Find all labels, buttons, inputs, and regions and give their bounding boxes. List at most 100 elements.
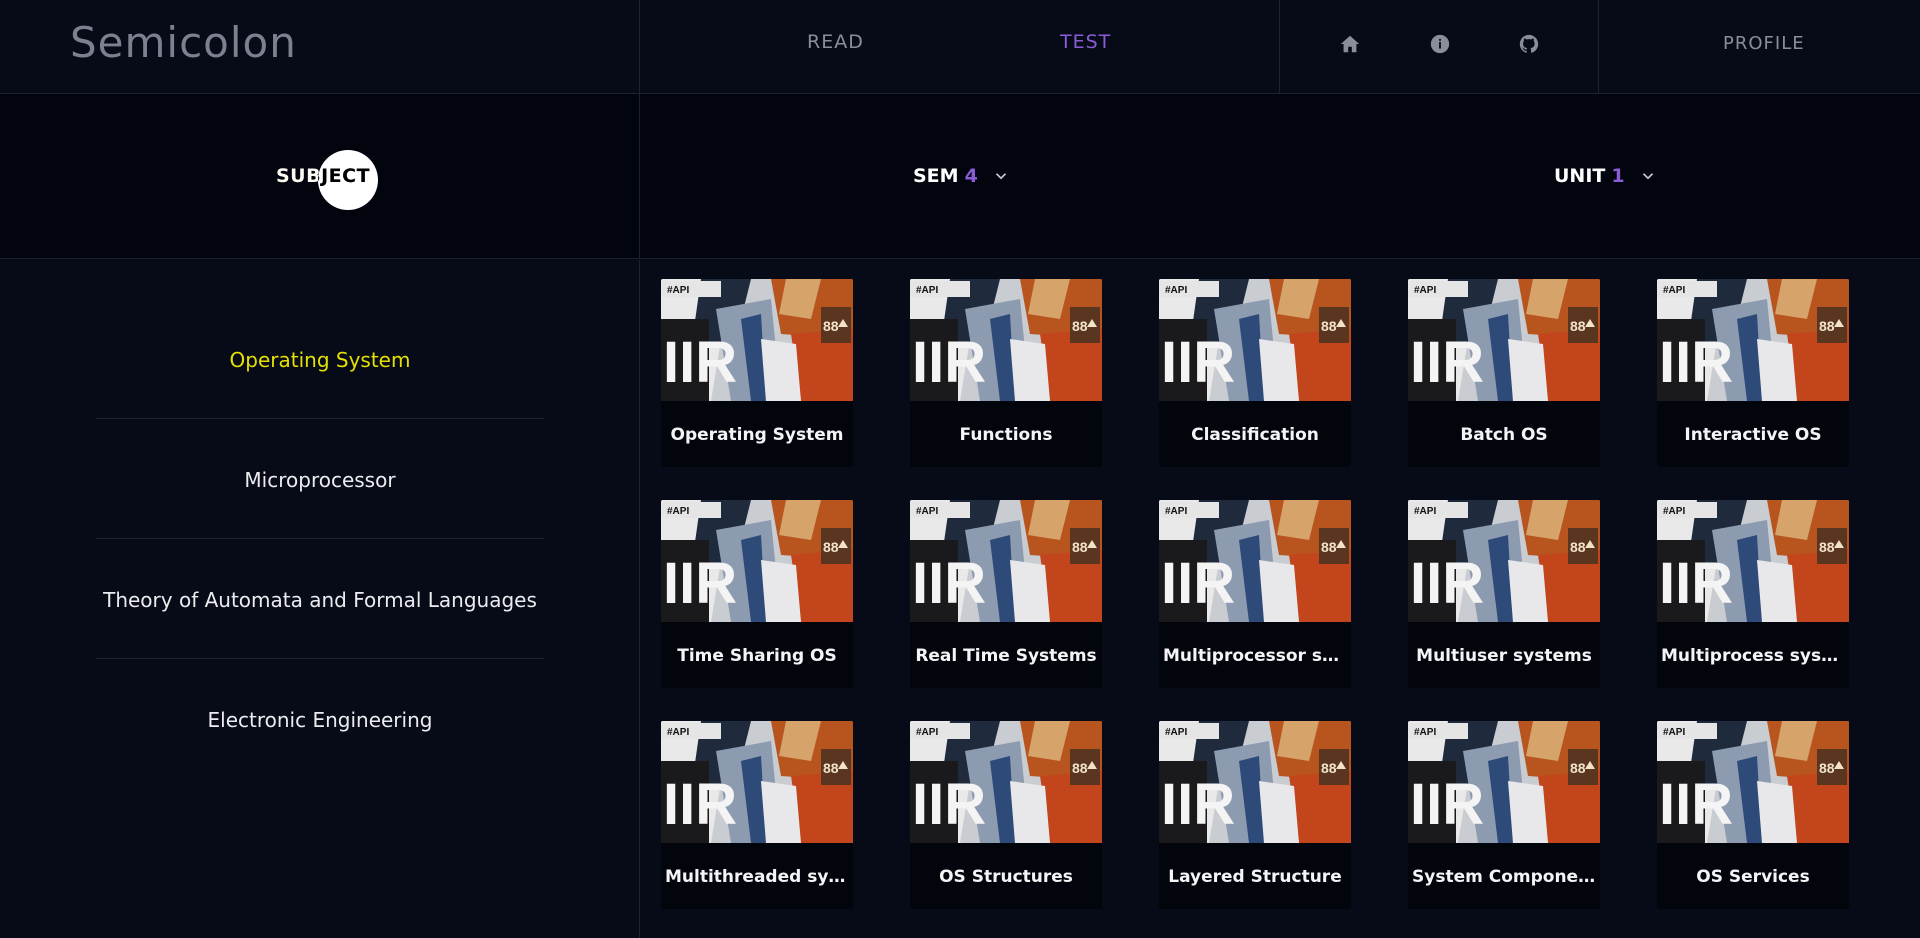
info-icon[interactable] bbox=[1427, 31, 1453, 57]
filter-divider bbox=[639, 94, 640, 259]
thumbnail-badge: 88 bbox=[823, 539, 839, 555]
app-root: Semicolon READ TEST PROFILE SUBJECT SEM … bbox=[0, 0, 1920, 938]
topic-card[interactable]: IIR #API 88 Real Time Systems bbox=[910, 500, 1102, 688]
topic-thumbnail-image: IIR #API 88 bbox=[1159, 279, 1351, 401]
thumbnail-letters: IIR bbox=[912, 551, 986, 616]
subject-item-electronic-engineering[interactable]: Electronic Engineering bbox=[96, 708, 544, 732]
thumbnail-tag: #API bbox=[1663, 285, 1685, 296]
topic-thumbnail-image: IIR #API 88 bbox=[661, 500, 853, 622]
topic-thumbnail-image: IIR #API 88 bbox=[661, 721, 853, 843]
topic-thumbnail-image: IIR #API 88 bbox=[1657, 279, 1849, 401]
thumbnail-badge: 88 bbox=[823, 318, 839, 334]
topic-thumbnail-image: IIR #API 88 bbox=[1408, 279, 1600, 401]
top-nav: Semicolon READ TEST PROFILE bbox=[0, 0, 1920, 94]
sem-label: SEM bbox=[913, 165, 959, 187]
thumbnail-tag: #API bbox=[1165, 727, 1187, 738]
topic-card[interactable]: IIR #API 88 Multiprocessor sys... bbox=[1159, 500, 1351, 688]
nav-tab-test[interactable]: TEST bbox=[1060, 31, 1111, 53]
github-icon[interactable] bbox=[1516, 31, 1542, 57]
nav-tab-read[interactable]: READ bbox=[807, 31, 864, 53]
topic-card[interactable]: IIR #API 88 Functions bbox=[910, 279, 1102, 467]
subject-list: Operating System Microprocessor Theory o… bbox=[0, 260, 639, 938]
thumbnail-badge: 88 bbox=[1819, 539, 1835, 555]
topic-card-title: Interactive OS bbox=[1684, 425, 1822, 445]
topic-card[interactable]: IIR #API 88 Batch OS bbox=[1408, 279, 1600, 467]
thumbnail-letters: IIR bbox=[663, 772, 737, 837]
sem-value: 4 bbox=[964, 165, 978, 187]
topic-card-title: OS Services bbox=[1696, 867, 1810, 887]
topic-grid: IIR #API 88 Operating System IIR #API 88 Functi… bbox=[639, 260, 1920, 938]
thumbnail-badge: 88 bbox=[1072, 539, 1088, 555]
topic-card-title: Multiprocess syste... bbox=[1661, 646, 1845, 666]
topic-card[interactable]: IIR #API 88 Multiuser systems bbox=[1408, 500, 1600, 688]
list-divider bbox=[96, 658, 544, 659]
topic-card-title: Multithreaded syst... bbox=[665, 867, 849, 887]
list-divider bbox=[96, 538, 544, 539]
profile-link[interactable]: PROFILE bbox=[1723, 33, 1805, 54]
thumbnail-tag: #API bbox=[916, 727, 938, 738]
topic-thumbnail-image: IIR #API 88 bbox=[661, 279, 853, 401]
thumbnail-tag: #API bbox=[1663, 727, 1685, 738]
topic-card-title: Operating System bbox=[670, 425, 844, 445]
topic-card[interactable]: IIR #API 88 Layered Structure bbox=[1159, 721, 1351, 909]
topic-card[interactable]: IIR #API 88 System Components bbox=[1408, 721, 1600, 909]
thumbnail-tag: #API bbox=[667, 727, 689, 738]
topic-card-title: Multiprocessor sys... bbox=[1163, 646, 1347, 666]
topic-card-title: Classification bbox=[1191, 425, 1319, 445]
unit-value: 1 bbox=[1611, 165, 1625, 187]
unit-label: UNIT bbox=[1554, 165, 1606, 187]
thumbnail-tag: #API bbox=[1165, 506, 1187, 517]
thumbnail-tag: #API bbox=[1165, 285, 1187, 296]
topic-card[interactable]: IIR #API 88 Operating System bbox=[661, 279, 853, 467]
list-divider bbox=[96, 418, 544, 419]
topic-card-title: Functions bbox=[959, 425, 1053, 445]
chevron-down-icon bbox=[1639, 167, 1657, 185]
thumbnail-badge: 88 bbox=[1321, 760, 1337, 776]
thumbnail-letters: IIR bbox=[1659, 551, 1733, 616]
thumbnail-letters: IIR bbox=[1410, 551, 1484, 616]
topic-card-title: System Components bbox=[1412, 867, 1596, 887]
topic-card[interactable]: IIR #API 88 Time Sharing OS bbox=[661, 500, 853, 688]
thumbnail-letters: IIR bbox=[1659, 330, 1733, 395]
thumbnail-badge: 88 bbox=[1819, 318, 1835, 334]
thumbnail-tag: #API bbox=[1414, 727, 1436, 738]
thumbnail-letters: IIR bbox=[663, 551, 737, 616]
thumbnail-letters: IIR bbox=[912, 772, 986, 837]
topic-card[interactable]: IIR #API 88 OS Services bbox=[1657, 721, 1849, 909]
topic-card-title: Batch OS bbox=[1460, 425, 1548, 445]
topic-card[interactable]: IIR #API 88 Interactive OS bbox=[1657, 279, 1849, 467]
thumbnail-badge: 88 bbox=[1570, 760, 1586, 776]
topic-thumbnail-image: IIR #API 88 bbox=[1408, 721, 1600, 843]
thumbnail-badge: 88 bbox=[1570, 318, 1586, 334]
thumbnail-letters: IIR bbox=[1161, 330, 1235, 395]
topic-thumbnail-image: IIR #API 88 bbox=[1657, 500, 1849, 622]
topic-card-title: Time Sharing OS bbox=[677, 646, 837, 666]
topic-thumbnail-image: IIR #API 88 bbox=[1159, 500, 1351, 622]
topic-card[interactable]: IIR #API 88 OS Structures bbox=[910, 721, 1102, 909]
topic-card[interactable]: IIR #API 88 Multithreaded syst... bbox=[661, 721, 853, 909]
topic-thumbnail-image: IIR #API 88 bbox=[910, 279, 1102, 401]
thumbnail-badge: 88 bbox=[1819, 760, 1835, 776]
thumbnail-tag: #API bbox=[667, 285, 689, 296]
sem-selector[interactable]: SEM 4 bbox=[913, 165, 1010, 187]
unit-selector[interactable]: UNIT 1 bbox=[1554, 165, 1657, 187]
topic-card[interactable]: IIR #API 88 Classification bbox=[1159, 279, 1351, 467]
topic-thumbnail-image: IIR #API 88 bbox=[1408, 500, 1600, 622]
nav-divider bbox=[639, 0, 640, 94]
subject-item-microprocessor[interactable]: Microprocessor bbox=[96, 468, 544, 492]
thumbnail-tag: #API bbox=[667, 506, 689, 517]
home-icon[interactable] bbox=[1337, 31, 1363, 57]
thumbnail-badge: 88 bbox=[1072, 318, 1088, 334]
thumbnail-letters: IIR bbox=[1410, 330, 1484, 395]
thumbnail-badge: 88 bbox=[1321, 539, 1337, 555]
thumbnail-tag: #API bbox=[1663, 506, 1685, 517]
subject-item-operating-system[interactable]: Operating System bbox=[96, 348, 544, 372]
thumbnail-tag: #API bbox=[1414, 285, 1436, 296]
brand-logo[interactable]: Semicolon bbox=[70, 18, 297, 67]
thumbnail-badge: 88 bbox=[823, 760, 839, 776]
topic-thumbnail-image: IIR #API 88 bbox=[1657, 721, 1849, 843]
subject-item-automata[interactable]: Theory of Automata and Formal Languages bbox=[96, 588, 544, 612]
thumbnail-letters: IIR bbox=[663, 330, 737, 395]
thumbnail-letters: IIR bbox=[1410, 772, 1484, 837]
topic-card[interactable]: IIR #API 88 Multiprocess syste... bbox=[1657, 500, 1849, 688]
